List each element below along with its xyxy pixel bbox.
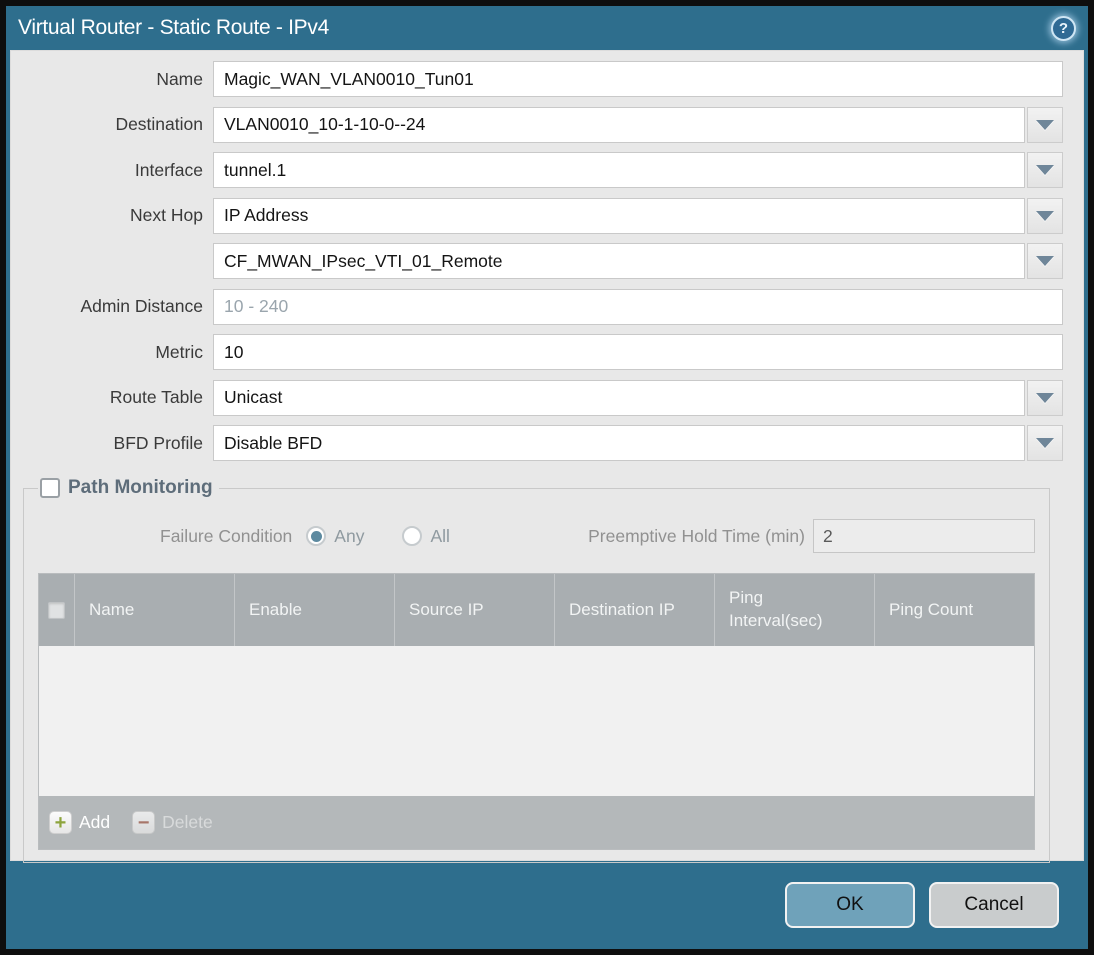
form-row-route-table: Route Table Unicast xyxy=(11,379,1063,416)
path-monitoring-section: Path Monitoring Failure Condition Any Al… xyxy=(23,477,1050,863)
form-row-destination: Destination VLAN0010_10-1-10-0--24 xyxy=(11,106,1063,143)
interface-label: Interface xyxy=(134,159,203,180)
metric-input[interactable]: 10 xyxy=(213,334,1063,370)
chevron-down-icon xyxy=(1036,165,1054,175)
failure-condition-label: Failure Condition xyxy=(160,525,293,546)
ok-button[interactable]: OK xyxy=(785,882,915,928)
next-hop-type-input[interactable]: IP Address xyxy=(213,197,1025,234)
next-hop-label: Next Hop xyxy=(130,205,203,225)
column-header-enable[interactable]: Enable xyxy=(235,574,395,646)
help-icon[interactable]: ? xyxy=(1051,15,1076,41)
admin-distance-input[interactable]: 10 - 240 xyxy=(213,288,1063,325)
preemptive-hold-time-label: Preemptive Hold Time (min) xyxy=(588,525,805,546)
next-hop-type-dropdown-button[interactable] xyxy=(1027,197,1063,234)
table-header-row: Name Enable Source IP Destination IP Pin… xyxy=(39,574,1034,646)
destination-dropdown-button[interactable] xyxy=(1027,106,1063,143)
dialog-title: Virtual Router - Static Route - IPv4 xyxy=(18,16,329,39)
failure-condition-any-radio[interactable] xyxy=(306,526,327,546)
column-header-destination-ip[interactable]: Destination IP xyxy=(555,574,715,646)
name-label: Name xyxy=(156,68,203,89)
form-row-bfd-profile: BFD Profile Disable BFD xyxy=(11,425,1063,461)
form-row-next-hop: Next Hop IP Address xyxy=(11,197,1063,234)
column-header-source-ip[interactable]: Source IP xyxy=(395,574,555,646)
path-monitoring-options-row: Failure Condition Any All Preemptive Hol… xyxy=(38,517,1035,555)
chevron-down-icon xyxy=(1036,256,1054,266)
add-button[interactable]: + Add xyxy=(49,811,110,834)
next-hop-address-input[interactable]: CF_MWAN_IPsec_VTI_01_Remote xyxy=(213,243,1025,279)
form-row-admin-distance: Admin Distance 10 - 240 xyxy=(11,288,1063,325)
metric-label: Metric xyxy=(155,341,203,362)
table-body-empty xyxy=(39,646,1034,796)
form-row-next-hop-address: CF_MWAN_IPsec_VTI_01_Remote xyxy=(11,243,1063,279)
preemptive-hold-time-input[interactable]: 2 xyxy=(813,519,1035,553)
static-route-dialog: Virtual Router - Static Route - IPv4 ? N… xyxy=(0,0,1094,955)
failure-condition-any-label: Any xyxy=(334,525,365,546)
bfd-profile-input[interactable]: Disable BFD xyxy=(213,425,1025,461)
column-header-ping-interval[interactable]: Ping Interval(sec) xyxy=(715,574,875,646)
table-footer-bar: + Add − Delete xyxy=(39,796,1034,849)
form-row-metric: Metric 10 xyxy=(11,334,1063,370)
form-row-name: Name Magic_WAN_VLAN0010_Tun01 xyxy=(11,61,1063,97)
failure-condition-all-radio[interactable] xyxy=(402,526,423,546)
select-all-checkbox[interactable] xyxy=(48,601,65,619)
name-input[interactable]: Magic_WAN_VLAN0010_Tun01 xyxy=(213,61,1063,97)
next-hop-address-dropdown-button[interactable] xyxy=(1027,243,1063,279)
column-header-ping-count[interactable]: Ping Count xyxy=(875,574,1034,646)
bfd-profile-label: BFD Profile xyxy=(113,432,203,453)
dialog-titlebar: Virtual Router - Static Route - IPv4 ? xyxy=(6,6,1088,50)
failure-condition-all-label: All xyxy=(430,525,450,546)
preemptive-hold-time-group: Preemptive Hold Time (min) 2 xyxy=(588,519,1035,553)
chevron-down-icon xyxy=(1036,392,1054,403)
chevron-down-icon xyxy=(1036,210,1054,221)
interface-input[interactable]: tunnel.1 xyxy=(213,152,1025,188)
path-monitoring-checkbox[interactable] xyxy=(40,478,60,498)
chevron-down-icon xyxy=(1036,438,1054,448)
bfd-profile-dropdown-button[interactable] xyxy=(1027,425,1063,461)
table-header-checkbox-cell xyxy=(39,574,75,646)
path-monitoring-legend: Path Monitoring xyxy=(38,477,219,499)
radio-selected-dot xyxy=(310,530,322,542)
chevron-down-icon xyxy=(1036,119,1054,130)
minus-icon: − xyxy=(132,811,156,834)
column-header-name[interactable]: Name xyxy=(75,574,235,646)
route-table-input[interactable]: Unicast xyxy=(213,379,1025,416)
admin-distance-label: Admin Distance xyxy=(80,296,203,316)
path-monitoring-table: Name Enable Source IP Destination IP Pin… xyxy=(38,573,1035,850)
delete-button[interactable]: − Delete xyxy=(132,811,213,834)
form-row-interface: Interface tunnel.1 xyxy=(11,152,1063,188)
destination-label: Destination xyxy=(115,114,203,134)
interface-dropdown-button[interactable] xyxy=(1027,152,1063,188)
dialog-body: Name Magic_WAN_VLAN0010_Tun01 Destinatio… xyxy=(10,50,1084,863)
destination-input[interactable]: VLAN0010_10-1-10-0--24 xyxy=(213,106,1025,143)
route-table-label: Route Table xyxy=(109,387,203,407)
path-monitoring-title: Path Monitoring xyxy=(68,477,213,498)
dialog-footer: OK Cancel xyxy=(6,861,1088,949)
route-table-dropdown-button[interactable] xyxy=(1027,379,1063,416)
plus-icon: + xyxy=(49,811,72,834)
cancel-button[interactable]: Cancel xyxy=(929,882,1059,928)
